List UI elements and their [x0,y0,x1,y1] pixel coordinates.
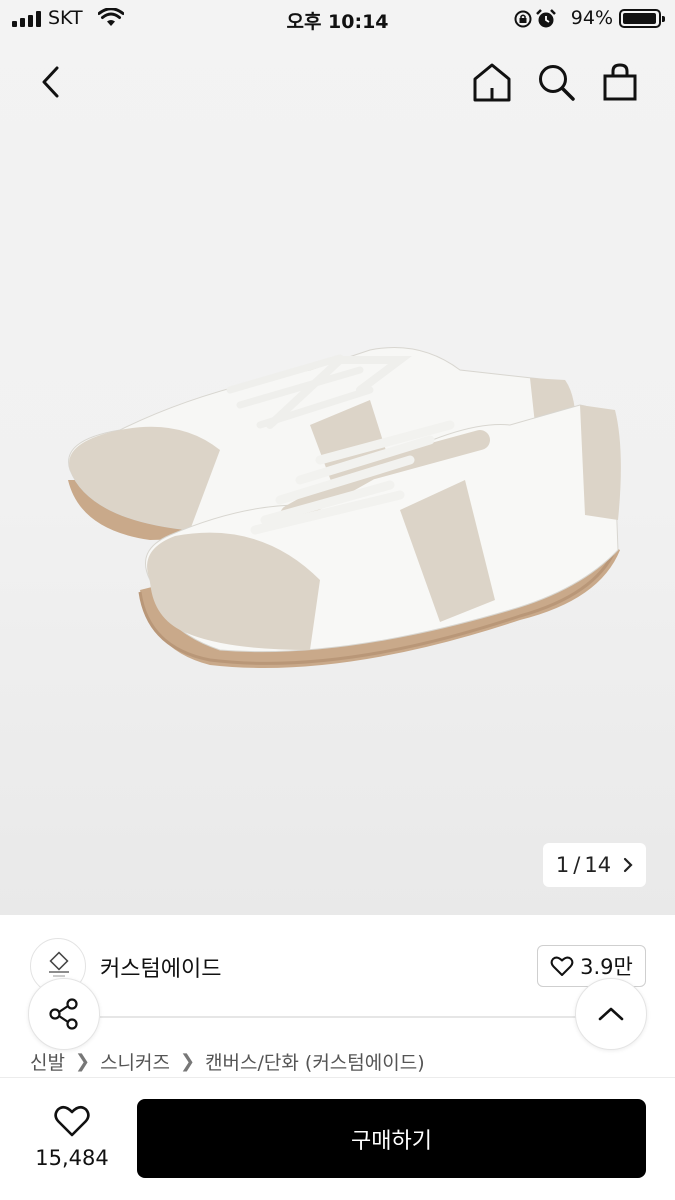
heart-icon [550,956,574,976]
favorite-button[interactable]: 15,484 [30,1100,114,1176]
chevron-right-icon [623,857,633,873]
image-index-separator: / [573,853,581,877]
image-total-count: 14 [584,853,612,877]
status-bar: SKT 오후 10:14 94% [0,0,675,38]
back-chevron-icon[interactable] [30,60,74,104]
bottom-bar-divider [0,1077,675,1078]
image-current-index: 1 [555,853,570,877]
sneaker-product-image [68,347,621,668]
breadcrumb-item-sneakers[interactable]: 스니커즈 [100,1048,170,1075]
divider [100,1016,600,1018]
share-button[interactable] [28,978,100,1050]
breadcrumb: 신발 ❯ 스니커즈 ❯ 캔버스/단화 (커스텀에이드) [30,1048,425,1075]
shopping-bag-icon[interactable] [598,60,642,104]
product-image-area[interactable]: SKT 오후 10:14 94% 1 / 14 [0,0,675,915]
breadcrumb-item-canvas[interactable]: 캔버스/단화 (커스텀에이드) [205,1048,425,1075]
brand-name[interactable]: 커스텀에이드 [100,951,221,983]
buy-button[interactable]: 구매하기 [137,1099,646,1178]
battery-percent: 94% [570,7,613,29]
home-icon[interactable] [470,60,514,104]
battery-level-fill [623,13,656,24]
battery-icon [619,9,665,28]
brand-like-count: 3.9만 [580,955,633,979]
breadcrumb-item-shoes[interactable]: 신발 [30,1048,65,1075]
rotation-lock-icon [514,10,532,28]
breadcrumb-separator-icon: ❯ [179,1051,196,1072]
brand-like-button[interactable]: 3.9만 [537,945,646,987]
favorite-count: 15,484 [35,1146,109,1170]
image-page-counter[interactable]: 1 / 14 [543,843,646,887]
scroll-top-button[interactable] [575,978,647,1050]
breadcrumb-separator-icon: ❯ [74,1051,91,1072]
alarm-icon [536,9,556,28]
chevron-up-icon [598,1007,624,1021]
share-icon [49,998,78,1030]
search-icon[interactable] [534,60,578,104]
heart-icon [54,1105,90,1137]
